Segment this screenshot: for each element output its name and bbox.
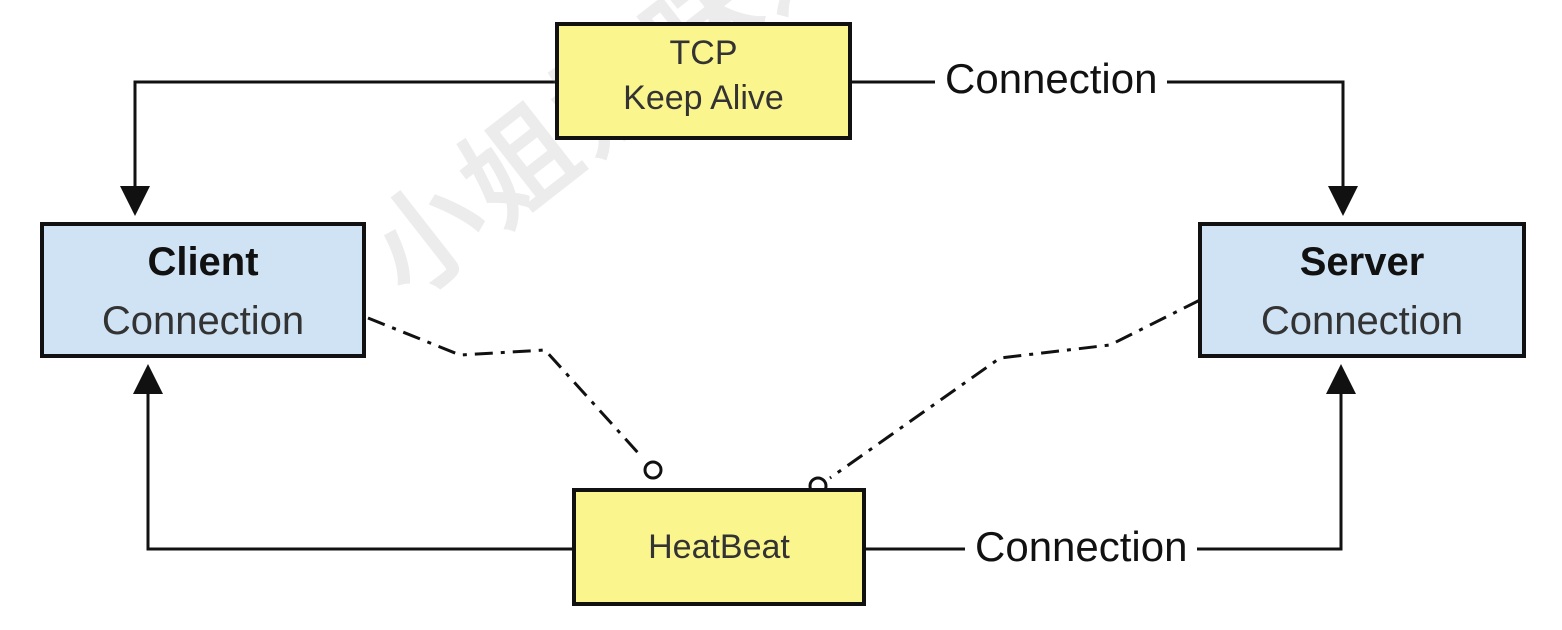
heartbeat-to-client-connector	[133, 364, 572, 551]
bottom-connection-label: Connection	[965, 523, 1198, 571]
client-link-endpoint-circle	[643, 460, 663, 480]
diagram-canvas: 小姐姐味道 TCP Keep Alive Connection Client C…	[0, 0, 1562, 630]
top-connection-label: Connection	[935, 55, 1168, 103]
client-subtitle: Connection	[101, 299, 305, 343]
client-connection-box: Client Connection	[40, 222, 366, 358]
tcp-label: TCP	[669, 34, 738, 72]
server-title: Server	[1299, 240, 1425, 284]
heartbeat-box: HeatBeat	[572, 488, 866, 606]
server-heartbeat-dashdot-link	[829, 298, 1201, 480]
client-heartbeat-dashdot-link	[367, 316, 642, 457]
tcp-keepalive-box: TCP Keep Alive	[555, 22, 852, 140]
server-subtitle: Connection	[1260, 299, 1464, 343]
keep-alive-label: Keep Alive	[623, 79, 784, 117]
heartbeat-label: HeatBeat	[648, 528, 790, 566]
client-title: Client	[147, 240, 259, 284]
server-connection-box: Server Connection	[1198, 222, 1526, 358]
